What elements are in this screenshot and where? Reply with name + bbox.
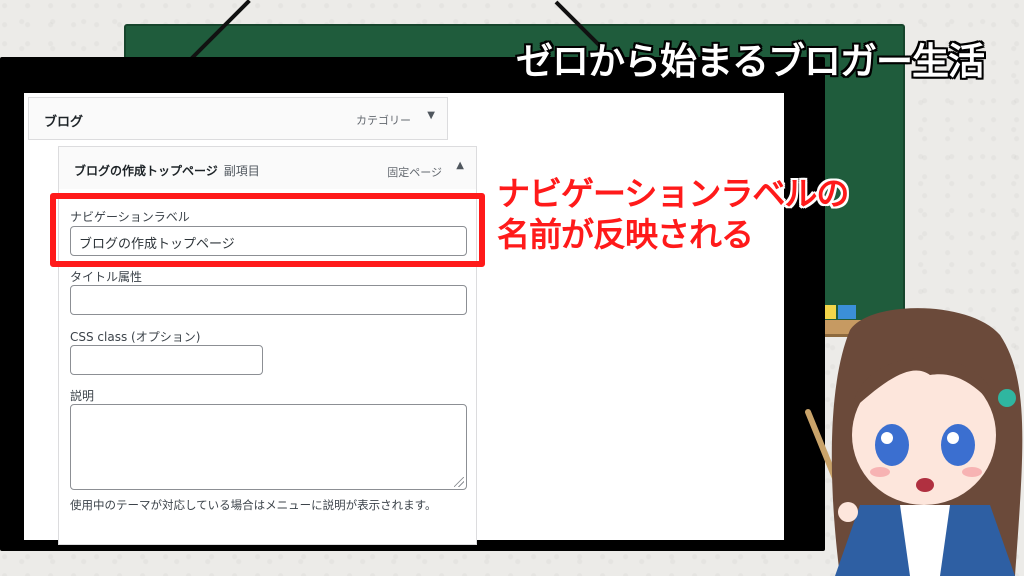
description-label: 説明	[70, 389, 95, 403]
description-help-text: 使用中のテーマが対応している場合はメニューに説明が表示されます。	[70, 498, 437, 512]
sub-item-tag: 副項目	[223, 164, 260, 178]
menu-item-type: カテゴリー	[356, 114, 411, 127]
description-textarea[interactable]	[70, 404, 467, 490]
callout-line-1: ナビゲーションラベルの	[497, 174, 849, 213]
chevron-up-icon[interactable]: ▲	[456, 160, 464, 171]
menu-item-title-text: ブログの作成トップページ	[74, 164, 218, 178]
menu-item-type: 固定ページ	[387, 166, 442, 179]
title-attr-input[interactable]	[70, 285, 467, 315]
title-attr-label: タイトル属性	[70, 270, 143, 284]
chevron-down-icon[interactable]: ▼	[427, 110, 435, 121]
callout-text: ナビゲーションラベルの 名前が反映される	[497, 173, 849, 255]
mascot-character	[805, 308, 1023, 576]
css-class-label: CSS class (オプション)	[70, 330, 201, 344]
menu-item-title: ブログの作成トップページ 副項目	[74, 162, 260, 179]
menu-item-blog[interactable]: ブログ カテゴリー ▼	[28, 97, 448, 140]
callout-line-2: 名前が反映される	[497, 215, 754, 254]
highlight-box	[50, 193, 485, 267]
menu-item-blog-top-page[interactable]: ブログの作成トップページ 副項目 固定ページ ▲	[58, 146, 477, 190]
banner-title: ゼロから始まるブロガー生活	[516, 40, 985, 83]
css-class-input[interactable]	[70, 345, 263, 375]
resize-grip-icon[interactable]	[454, 477, 464, 487]
menu-item-title: ブログ	[44, 115, 84, 130]
